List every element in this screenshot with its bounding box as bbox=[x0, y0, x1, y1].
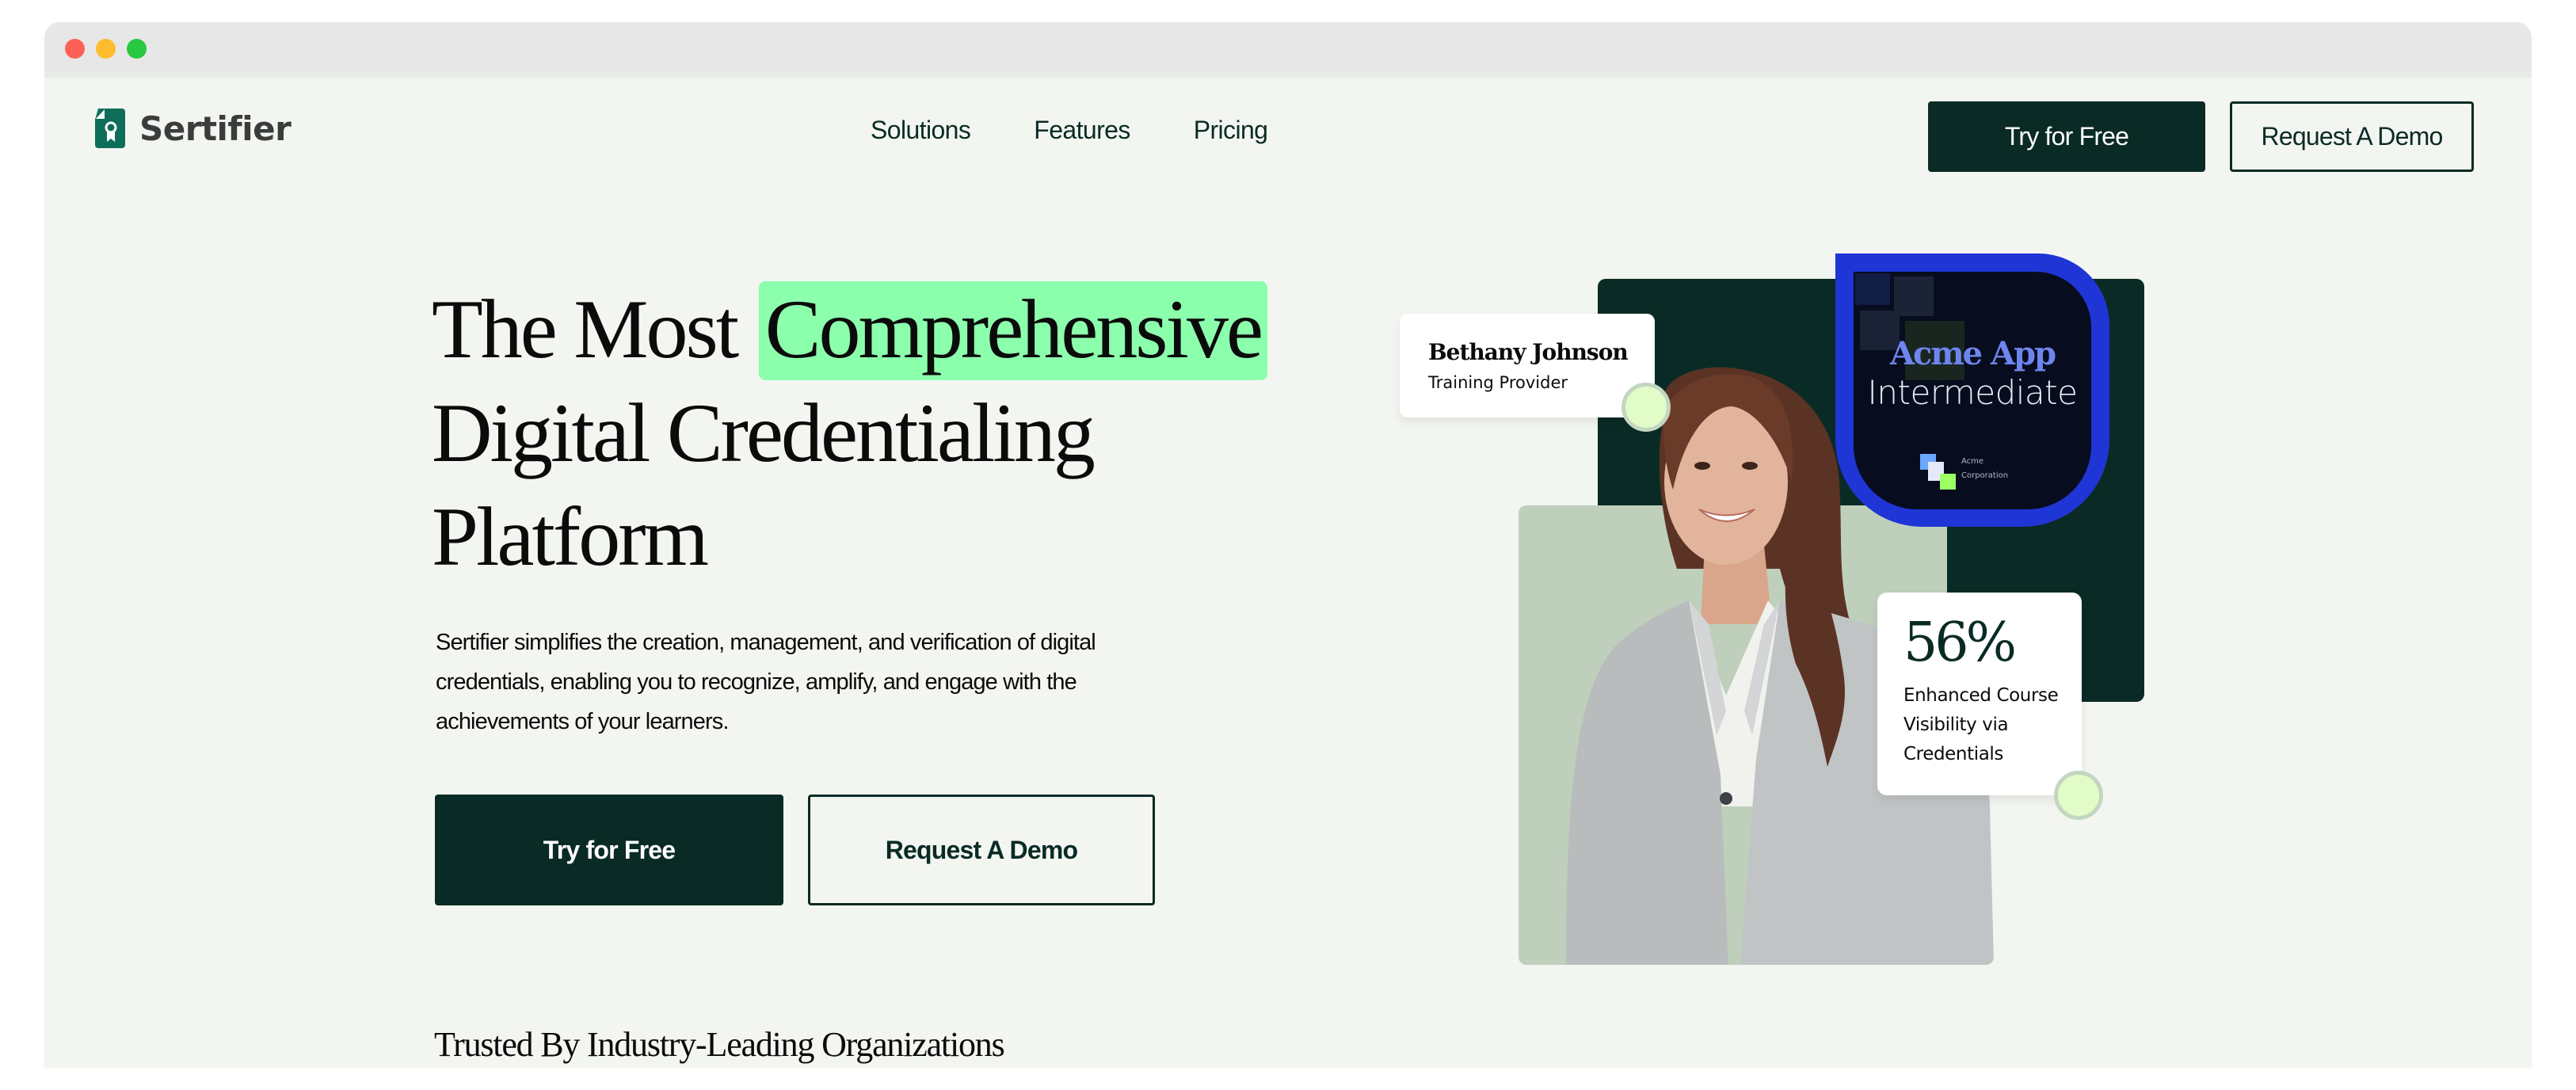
hero-title-prefix: The Most bbox=[432, 283, 739, 375]
stat-card: 56% Enhanced Course Visibility via Crede… bbox=[1877, 593, 2082, 795]
hero-description: Sertifier simplifies the creation, manag… bbox=[436, 630, 1096, 734]
titlebar-divider bbox=[44, 71, 2532, 78]
hero-title-line2: Digital Credentialing bbox=[432, 387, 1096, 479]
badge-pattern-square bbox=[1855, 273, 1890, 305]
credential-badge: Acme App Intermediate Acme Corporation bbox=[1835, 253, 2109, 527]
hero-try-free-button[interactable]: Try for Free bbox=[435, 795, 783, 905]
profile-card: Bethany Johnson Training Provider bbox=[1400, 314, 1655, 417]
badge-org-line2: Corporation bbox=[1961, 471, 2009, 480]
nav-features[interactable]: Features bbox=[1034, 116, 1130, 145]
acme-logo-icon bbox=[1920, 454, 1956, 490]
badge-level: Intermediate bbox=[1867, 373, 2078, 412]
badge-pattern-square bbox=[1894, 276, 1934, 316]
profile-role: Training Provider bbox=[1428, 373, 1568, 392]
badge-organization: Acme Corporation bbox=[1961, 455, 2008, 483]
trusted-by-heading: Trusted By Industry-Leading Organization… bbox=[434, 1025, 1005, 1064]
stat-value: 56% bbox=[1903, 612, 2017, 674]
hero-title-line3: Platform bbox=[432, 490, 709, 583]
badge-title: Acme App bbox=[1889, 335, 2056, 372]
badge-org-line1: Acme bbox=[1961, 457, 1984, 466]
browser-window: Sertifier Solutions Features Pricing Try… bbox=[44, 22, 2532, 1068]
minimize-window-button[interactable] bbox=[96, 39, 116, 59]
decorative-circle bbox=[1621, 383, 1671, 432]
nav-pricing[interactable]: Pricing bbox=[1194, 116, 1268, 145]
header-request-demo-button[interactable]: Request A Demo bbox=[2230, 101, 2474, 172]
decorative-circle bbox=[2054, 771, 2103, 820]
nav-solutions[interactable]: Solutions bbox=[871, 116, 971, 145]
stat-label: Enhanced Course Visibility via Credentia… bbox=[1903, 685, 2059, 764]
badge-face: Acme App Intermediate Acme Corporation bbox=[1854, 272, 2091, 509]
profile-name: Bethany Johnson bbox=[1428, 339, 1629, 365]
maximize-window-button[interactable] bbox=[127, 39, 147, 59]
hero-request-demo-button[interactable]: Request A Demo bbox=[808, 795, 1155, 905]
brand-logo-link[interactable]: Sertifier bbox=[95, 109, 292, 148]
hero-title: The Most Comprehensive Digital Credentia… bbox=[432, 277, 1382, 589]
main-nav: Solutions Features Pricing bbox=[871, 116, 1331, 145]
header-try-free-button[interactable]: Try for Free bbox=[1928, 101, 2205, 172]
window-titlebar bbox=[44, 22, 2532, 71]
brand-name: Sertifier bbox=[139, 109, 292, 148]
close-window-button[interactable] bbox=[65, 39, 85, 59]
hero-title-highlight: Comprehensive bbox=[758, 281, 1268, 380]
certificate-ribbon-icon bbox=[95, 109, 125, 148]
